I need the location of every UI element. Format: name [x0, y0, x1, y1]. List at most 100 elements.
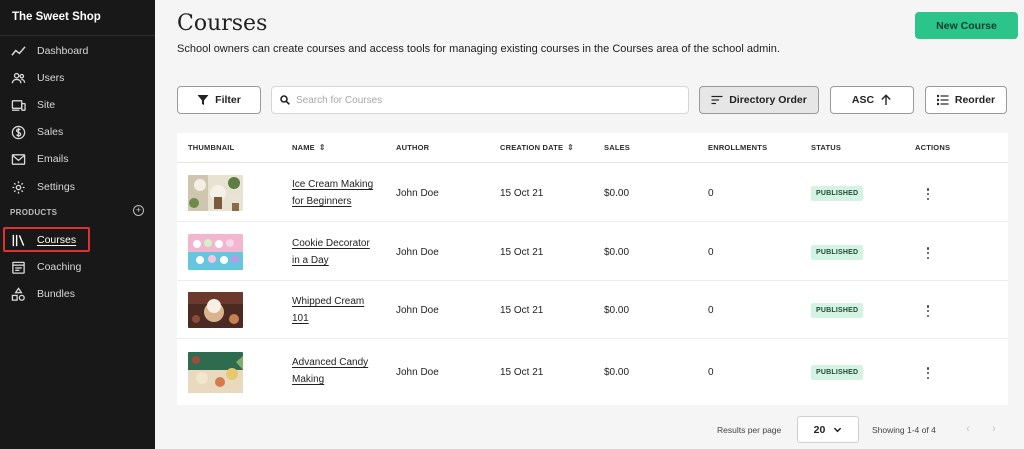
course-thumbnail[interactable] [188, 175, 243, 211]
brand-name[interactable]: The Sweet Shop [0, 0, 155, 36]
add-product-button[interactable]: + [133, 205, 144, 216]
creation-date-cell: 15 Oct 21 [500, 188, 544, 199]
creation-date-cell: 15 Oct 21 [500, 247, 544, 258]
filter-icon [197, 95, 209, 105]
dollar-circle-icon [8, 124, 28, 140]
column-header-creation-date[interactable]: CREATION DATE ⇕ [500, 143, 574, 152]
directory-order-label: Directory Order [729, 94, 807, 106]
asc-label: ASC [851, 94, 875, 106]
sales-cell: $0.00 [604, 188, 630, 199]
chevron-down-icon [834, 427, 842, 433]
author-cell: John Doe [396, 247, 439, 258]
sidebar-item-label: Dashboard [37, 45, 89, 57]
table-row[interactable]: Ice Cream Making for Beginners John Doe 1… [177, 164, 1008, 222]
row-actions-menu-icon[interactable] [922, 365, 934, 381]
author-cell: John Doe [396, 188, 439, 199]
table-header: THUMBNAIL NAME ⇕ AUTHOR CREATION DATE ⇕ SA… [177, 133, 1008, 163]
course-thumbnail[interactable] [188, 352, 243, 393]
search-box[interactable] [271, 86, 689, 114]
devices-icon [8, 97, 28, 113]
search-input[interactable] [296, 94, 676, 106]
sidebar-item-bundles[interactable]: Bundles [8, 283, 75, 305]
arrow-up-icon [881, 94, 891, 105]
enrollments-cell: 0 [708, 247, 714, 258]
new-course-button[interactable]: New Course [915, 12, 1018, 39]
page-subtitle: School owners can create courses and acc… [177, 43, 780, 55]
library-icon [8, 232, 28, 248]
calendar-icon [8, 259, 28, 275]
column-header-actions: ACTIONS [915, 143, 951, 152]
sort-icon[interactable]: ⇕ [567, 143, 574, 152]
filter-button[interactable]: Filter [177, 86, 261, 114]
column-header-name[interactable]: NAME ⇕ [292, 143, 326, 152]
author-cell: John Doe [396, 367, 439, 378]
sidebar-item-emails[interactable]: Emails [8, 148, 69, 170]
main-content: Courses School owners can create courses… [155, 0, 1024, 449]
sidebar-item-label: Courses [37, 234, 77, 246]
reorder-label: Reorder [954, 94, 996, 106]
column-header-thumbnail: THUMBNAIL [188, 143, 235, 152]
status-badge: PUBLISHED [811, 186, 864, 201]
sidebar-item-label: Bundles [37, 288, 75, 300]
course-name-link[interactable]: Ice Cream Making for Beginners [292, 176, 380, 210]
mail-icon [8, 151, 28, 167]
creation-date-cell: 15 Oct 21 [500, 367, 544, 378]
gear-icon [8, 179, 28, 195]
page-title: Courses [177, 11, 268, 36]
sales-cell: $0.00 [604, 367, 630, 378]
status-badge: PUBLISHED [811, 245, 864, 260]
course-thumbnail[interactable] [188, 234, 243, 270]
sidebar: The Sweet Shop Dashboard Users Site Sale… [0, 0, 155, 449]
filter-label: Filter [215, 94, 241, 106]
list-icon [936, 94, 949, 106]
row-actions-menu-icon[interactable] [922, 303, 934, 319]
row-actions-menu-icon[interactable] [922, 245, 934, 261]
enrollments-cell: 0 [708, 305, 714, 316]
sidebar-item-dashboard[interactable]: Dashboard [8, 40, 88, 62]
course-name-link[interactable]: Whipped Cream 101 [292, 293, 380, 327]
next-page-button[interactable]: › [988, 423, 1000, 435]
previous-page-button[interactable]: ‹ [962, 423, 974, 435]
status-badge: PUBLISHED [811, 365, 864, 380]
users-icon [8, 70, 28, 86]
sidebar-item-coaching[interactable]: Coaching [8, 256, 81, 278]
sidebar-item-users[interactable]: Users [8, 67, 64, 89]
shapes-icon [8, 286, 28, 302]
results-per-page-select[interactable]: 20 [797, 416, 859, 443]
column-header-sales: SALES [604, 143, 631, 152]
courses-table: THUMBNAIL NAME ⇕ AUTHOR CREATION DATE ⇕ SA… [177, 133, 1008, 405]
column-header-author: AUTHOR [396, 143, 430, 152]
course-thumbnail[interactable] [188, 292, 243, 328]
sidebar-item-courses[interactable]: Courses [8, 229, 76, 251]
sidebar-item-sales[interactable]: Sales [8, 121, 63, 143]
asc-sort-button[interactable]: ASC [830, 86, 914, 114]
table-row[interactable]: Whipped Cream 101 John Doe 15 Oct 21 $0.0… [177, 281, 1008, 339]
table-row[interactable]: Advanced Candy Making John Doe 15 Oct 21 … [177, 340, 1008, 405]
reorder-button[interactable]: Reorder [925, 86, 1007, 114]
row-actions-menu-icon[interactable] [922, 186, 934, 202]
sales-cell: $0.00 [604, 305, 630, 316]
results-per-page-value: 20 [813, 423, 826, 436]
enrollments-cell: 0 [708, 188, 714, 199]
author-cell: John Doe [396, 305, 439, 316]
sidebar-item-label: Users [37, 72, 65, 84]
status-badge: PUBLISHED [811, 303, 864, 318]
sort-lines-icon [711, 95, 723, 105]
showing-count: Showing 1-4 of 4 [872, 425, 936, 435]
enrollments-cell: 0 [708, 367, 714, 378]
sidebar-item-settings[interactable]: Settings [8, 176, 75, 198]
creation-date-cell: 15 Oct 21 [500, 305, 544, 316]
sidebar-item-label: Site [37, 99, 56, 111]
products-section-label: PRODUCTS [10, 208, 58, 217]
directory-order-button[interactable]: Directory Order [699, 86, 819, 114]
table-row[interactable]: Cookie Decorator in a Day John Doe 15 Oct… [177, 223, 1008, 281]
results-per-page-label: Results per page [717, 425, 782, 435]
sidebar-item-site[interactable]: Site [8, 94, 55, 116]
course-name-link[interactable]: Cookie Decorator in a Day [292, 235, 380, 269]
search-icon [280, 95, 290, 105]
sidebar-item-label: Settings [37, 181, 75, 193]
course-name-link[interactable]: Advanced Candy Making [292, 354, 380, 388]
sort-icon[interactable]: ⇕ [319, 143, 326, 152]
sidebar-item-label: Emails [37, 153, 69, 165]
chart-line-icon [8, 43, 28, 59]
